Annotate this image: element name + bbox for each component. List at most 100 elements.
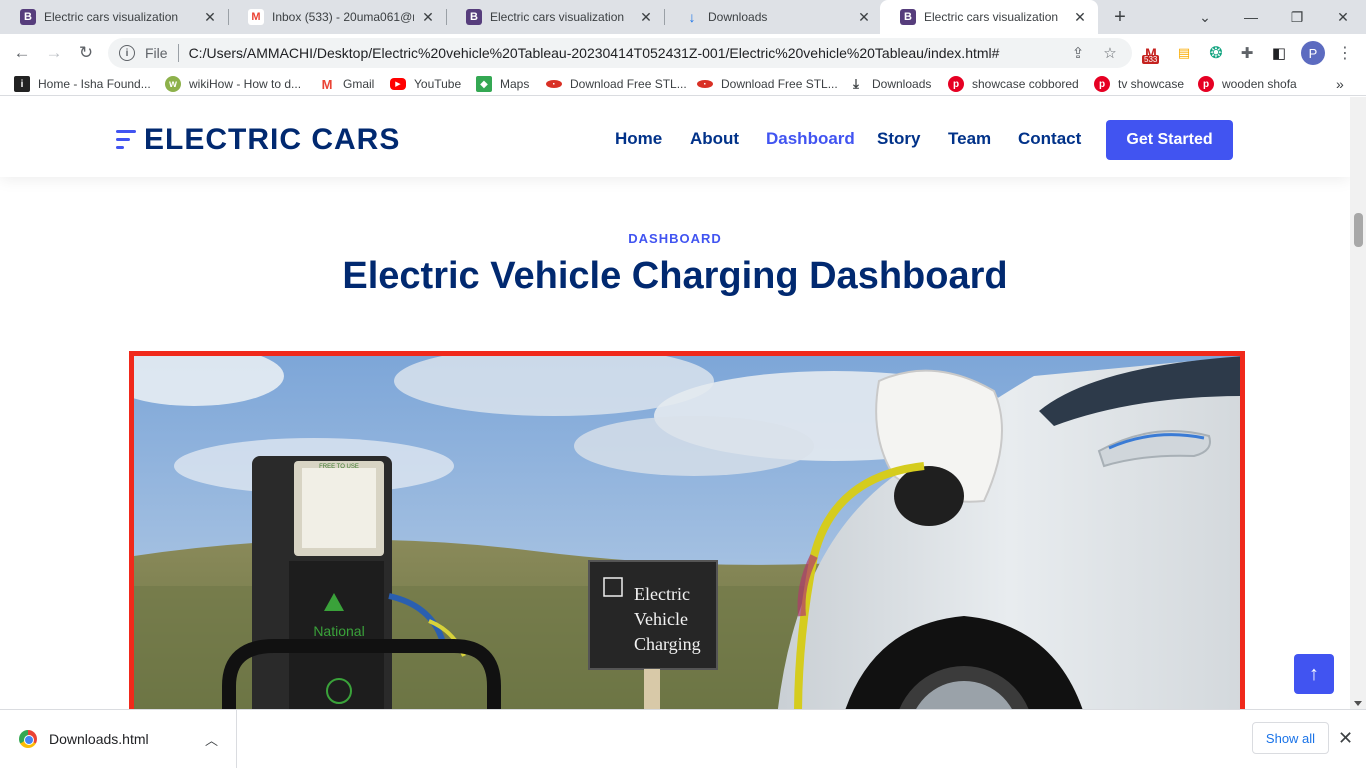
menu-kebab-icon[interactable]: ⋮ [1334,42,1356,64]
wikihow-icon: w [165,76,181,92]
nav-home[interactable]: Home [615,129,662,149]
pinterest-icon: p [1094,76,1110,92]
nav-team[interactable]: Team [948,129,991,149]
gmail-badge: 533 [1142,55,1160,64]
arrow-up-icon: ↑ [1309,662,1319,685]
sign-line-1: Electric [634,584,690,604]
bootstrap-favicon-icon: B [466,9,482,25]
scrollbar-thumb[interactable] [1354,213,1363,247]
window-close-icon[interactable]: ✕ [1320,0,1366,34]
close-shelf-icon[interactable]: ✕ [1338,728,1353,749]
site-logo[interactable]: ELECTRIC CARS [116,123,401,156]
bookmark-item[interactable]: w wikiHow - How to d... [165,75,301,93]
stl-icon: · [697,79,713,90]
gmail-extension-icon[interactable]: M 533 [1140,42,1162,64]
bookmarks-overflow-icon[interactable]: » [1336,75,1344,93]
bookmark-item[interactable]: · Download Free STL... [697,75,838,93]
download-favicon-icon: ↓ [688,9,696,25]
bookmark-item[interactable]: p tv showcase [1094,75,1184,93]
bookmark-item[interactable]: M Gmail [319,75,375,93]
close-tab-icon[interactable]: ✕ [202,9,218,26]
browser-tab-active[interactable]: B Electric cars visualization ✕ [880,0,1098,34]
youtube-icon: ▶ [390,78,406,90]
back-to-top-button[interactable]: ↑ [1294,654,1334,694]
omnibox-separator [177,44,179,62]
chevron-up-icon[interactable]: ︿ [205,730,218,749]
chatgpt-extension-icon[interactable]: ❂ [1205,42,1227,64]
nav-dashboard[interactable]: Dashboard [766,129,855,149]
bookmark-item[interactable]: p wooden shofa [1198,75,1297,93]
bookmark-label: Home - Isha Found... [38,77,151,91]
bookmark-label: wikiHow - How to d... [189,77,302,91]
isha-icon: i [14,76,30,92]
maps-icon: ◆ [476,76,492,92]
tab-title: Inbox (533) - 20uma061@ms [272,10,414,24]
nav-about[interactable]: About [690,129,739,149]
site-header: ELECTRIC CARS Home About Dashboard Story… [0,97,1350,177]
sign-line-2: Vehicle [634,609,688,629]
bookmark-label: tv showcase [1118,77,1185,91]
download-item[interactable]: Downloads.html ︿ [0,710,237,768]
chrome-file-icon [19,730,37,748]
page-viewport: ELECTRIC CARS Home About Dashboard Story… [0,97,1350,709]
tab-title: Downloads [708,10,768,24]
sign-line-3: Charging [634,634,701,654]
page-scrollbar[interactable] [1350,97,1366,709]
minimize-icon[interactable]: — [1228,0,1274,34]
bookmark-item[interactable]: ⤓ Downloads [848,75,931,93]
url-text[interactable]: C:/Users/AMMACHI/Desktop/Electric%20vehi… [189,45,1068,61]
side-panel-icon[interactable]: ◧ [1268,42,1290,64]
bookmarks-bar: i Home - Isha Found... w wikiHow - How to … [0,72,1366,96]
logo-bars-icon [116,127,138,153]
browser-tab[interactable]: B Electric cars visualization ✕ [0,0,228,34]
bookmark-item[interactable]: ▶ YouTube [390,75,461,93]
bookmark-item[interactable]: p showcase cobbored [948,75,1079,93]
pinterest-icon: p [1198,76,1214,92]
back-arrow-icon[interactable]: ← [10,41,34,65]
page-title: Electric Vehicle Charging Dashboard [342,255,1008,297]
nav-story[interactable]: Story [877,129,920,149]
reload-icon[interactable]: ↻ [74,41,98,65]
ev-charging-photo: FREE TO USE National Trust Electric Vehi… [134,356,1240,709]
address-bar[interactable]: i File C:/Users/AMMACHI/Desktop/Electric… [108,38,1132,68]
share-icon[interactable]: ⇪ [1068,44,1088,62]
bookmark-label: YouTube [414,77,462,91]
nav-contact[interactable]: Contact [1018,129,1081,149]
gmail-favicon-icon: M [248,9,264,25]
close-tab-icon[interactable]: ✕ [638,9,654,26]
scroll-down-arrow-icon[interactable] [1354,701,1362,706]
bookmark-item[interactable]: ◆ Maps [476,75,529,93]
download-filename: Downloads.html [49,731,149,747]
close-tab-icon[interactable]: ✕ [856,9,872,26]
get-started-button[interactable]: Get Started [1106,120,1233,160]
site-info-icon[interactable]: i [119,45,135,61]
browser-toolbar: ← → ↻ i File C:/Users/AMMACHI/Desktop/El… [0,34,1366,72]
extensions-puzzle-icon[interactable]: ✚ [1236,42,1258,64]
logo-text: ELECTRIC CARS [144,123,401,156]
bootstrap-favicon-icon: B [20,9,36,25]
show-all-button[interactable]: Show all [1252,722,1329,754]
browser-tab[interactable]: B Electric cars visualization ✕ [446,0,664,34]
bookmark-label: Download Free STL... [570,77,687,91]
bookmark-item[interactable]: i Home - Isha Found... [14,75,151,93]
browser-tab[interactable]: M Inbox (533) - 20uma061@ms ✕ [228,0,446,34]
bookmark-star-icon[interactable]: ☆ [1100,44,1120,62]
bookmark-label: Downloads [872,77,932,91]
bookmark-label: Download Free STL... [721,77,838,91]
extension-note-icon[interactable]: ▤ [1173,42,1195,64]
browser-tab[interactable]: ↓ Downloads ✕ [664,0,882,34]
tab-search-icon[interactable]: ⌄ [1182,0,1228,34]
close-tab-icon[interactable]: ✕ [420,9,436,26]
bookmark-label: wooden shofa [1222,77,1297,91]
download-shelf: Downloads.html ︿ Show all ✕ [0,709,1366,768]
charger-panel-label: FREE TO USE [319,464,359,470]
restore-icon[interactable]: ❐ [1274,0,1320,34]
bootstrap-favicon-icon: B [900,9,916,25]
profile-avatar[interactable]: P [1301,41,1325,65]
forward-arrow-icon[interactable]: → [42,41,66,65]
close-tab-icon[interactable]: ✕ [1072,9,1088,26]
gmail-icon: M [321,76,333,92]
url-scheme-label: File [145,45,168,61]
bookmark-item[interactable]: · Download Free STL... [546,75,687,93]
new-tab-button[interactable]: + [1110,6,1130,29]
